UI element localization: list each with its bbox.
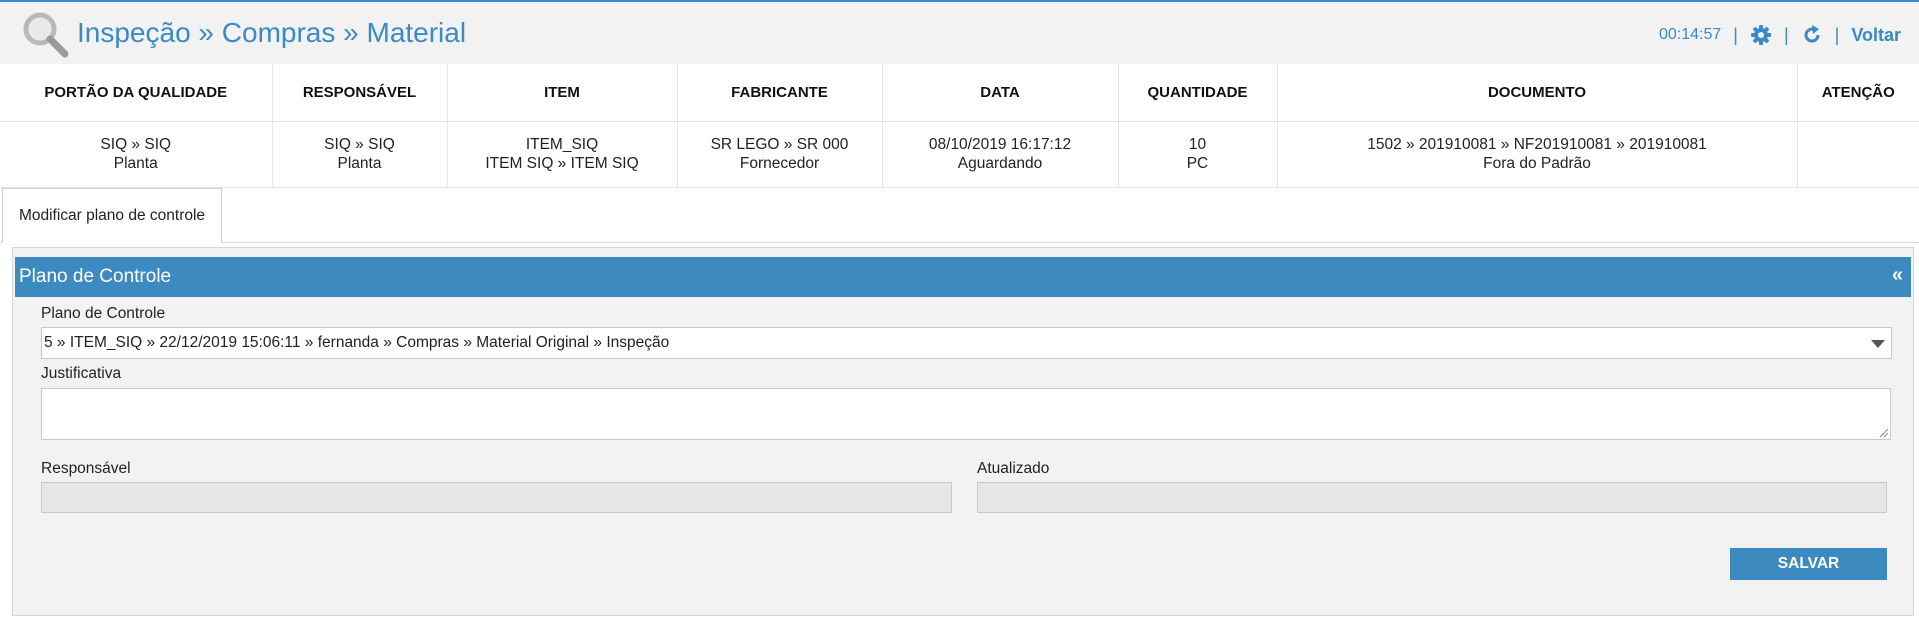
- resize-grip-icon[interactable]: [1879, 428, 1889, 438]
- chevron-down-icon: [1871, 340, 1885, 348]
- cell-document: 1502 » 201910081 » NF201910081 » 2019100…: [1277, 121, 1798, 188]
- inspection-summary-table: PORTÃO DA QUALIDADE RESPONSÁVEL ITEM FAB…: [0, 64, 1919, 188]
- control-plan-label: Plano de Controle: [41, 305, 166, 322]
- collapse-button[interactable]: «: [1892, 264, 1903, 287]
- column-header-manufacturer: FABRICANTE: [677, 64, 883, 122]
- cell-line: SR LEGO » SR 000: [710, 136, 849, 153]
- cell-date: 08/10/2019 16:17:12 Aguardando: [882, 121, 1119, 188]
- justification-textarea[interactable]: [41, 388, 1891, 440]
- separator: |: [1783, 24, 1789, 45]
- cell-line: SIQ » SIQ: [100, 136, 172, 153]
- cell-line: 10: [1188, 136, 1207, 153]
- cell-attention: [1797, 121, 1919, 188]
- top-bar: Inspeção » Compras » Material 00:14:57 |…: [0, 0, 1919, 64]
- control-plan-selected-value: 5 » ITEM_SIQ » 22/12/2019 15:06:11 » fer…: [44, 334, 670, 351]
- page-title: Inspeção » Compras » Material: [77, 17, 467, 48]
- cell-line: ITEM_SIQ: [525, 136, 599, 153]
- column-header-attention: ATENÇÃO: [1797, 64, 1919, 122]
- cell-line: 08/10/2019 16:17:12: [928, 136, 1072, 153]
- cell-responsible: SIQ » SIQ Planta: [272, 121, 448, 188]
- control-plan-panel: Plano de Controle « Plano de Controle 5 …: [12, 247, 1914, 616]
- column-header-responsible: RESPONSÁVEL: [272, 64, 448, 122]
- table-row: SIQ » SIQ Planta SIQ » SIQ Planta ITEM_SIQ…: [0, 121, 1919, 188]
- back-link[interactable]: Voltar: [1851, 25, 1901, 46]
- cell-line: ITEM SIQ » ITEM SIQ: [485, 155, 639, 172]
- cell-line: Fornecedor: [739, 155, 820, 172]
- cell-line: Planta: [337, 155, 382, 172]
- save-button[interactable]: SALVAR: [1730, 548, 1887, 580]
- separator: |: [1834, 24, 1840, 45]
- justification-label: Justificativa: [41, 365, 122, 382]
- column-header-date: DATA: [882, 64, 1119, 122]
- tab-bar: Modificar plano de controle: [0, 188, 1919, 243]
- control-plan-select[interactable]: 5 » ITEM_SIQ » 22/12/2019 15:06:11 » fer…: [41, 327, 1892, 359]
- responsible-label: Responsável: [41, 460, 131, 477]
- column-header-document: DOCUMENTO: [1277, 64, 1798, 122]
- cell-quantity: 10 PC: [1118, 121, 1278, 188]
- cell-line: 1502 » 201910081 » NF201910081 » 2019100…: [1367, 136, 1707, 153]
- panel-header: Plano de Controle «: [15, 257, 1911, 297]
- cell-manufacturer: SR LEGO » SR 000 Fornecedor: [677, 121, 883, 188]
- updated-label: Atualizado: [977, 460, 1050, 477]
- cell-line: Planta: [113, 155, 158, 172]
- column-header-quality-gate: PORTÃO DA QUALIDADE: [0, 64, 273, 122]
- cell-line: SIQ » SIQ: [324, 136, 395, 153]
- session-timer: 00:14:57: [1658, 26, 1722, 43]
- updated-field: [977, 482, 1887, 513]
- column-header-item: ITEM: [447, 64, 678, 122]
- magnifier-logo-icon: [23, 12, 69, 58]
- refresh-icon[interactable]: [1801, 24, 1823, 46]
- cell-line: PC: [1186, 155, 1209, 172]
- responsible-field: [41, 482, 952, 513]
- separator: |: [1733, 24, 1738, 45]
- panel-title: Plano de Controle: [19, 266, 172, 287]
- tab-modify-control-plan[interactable]: Modificar plano de controle: [2, 188, 222, 243]
- column-header-quantity: QUANTIDADE: [1118, 64, 1278, 122]
- header-actions: 00:14:57 | | | Voltar: [1659, 21, 1901, 49]
- cell-item: ITEM_SIQ ITEM SIQ » ITEM SIQ: [447, 121, 678, 188]
- cell-line: Fora do Padrão: [1483, 155, 1591, 172]
- gear-icon[interactable]: [1750, 24, 1772, 46]
- table-header-row: PORTÃO DA QUALIDADE RESPONSÁVEL ITEM FAB…: [0, 64, 1919, 122]
- cell-line: Aguardando: [957, 155, 1043, 172]
- cell-quality-gate: SIQ » SIQ Planta: [0, 121, 273, 188]
